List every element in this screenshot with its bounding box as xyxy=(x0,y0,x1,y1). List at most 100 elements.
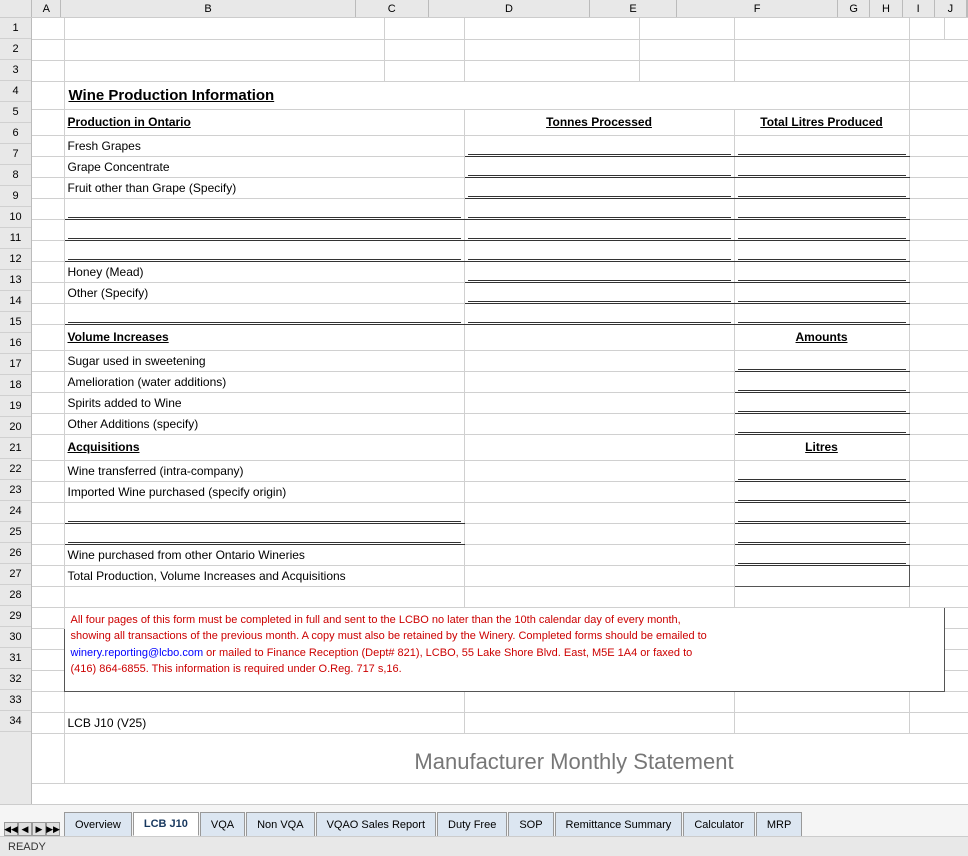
cell-f7[interactable] xyxy=(734,156,909,177)
cell-f13[interactable] xyxy=(734,282,909,303)
cell-f6[interactable] xyxy=(734,135,909,156)
cell-f22[interactable] xyxy=(734,481,909,502)
cell-b18: Spirits added to Wine xyxy=(64,392,464,413)
litres-24-input[interactable] xyxy=(738,525,906,543)
tab-nonvqa[interactable]: Non VQA xyxy=(246,812,314,836)
cell-f19[interactable] xyxy=(734,413,909,434)
cell-f14[interactable] xyxy=(734,303,909,324)
cell-f17[interactable] xyxy=(734,371,909,392)
cell-f23[interactable] xyxy=(734,502,909,523)
col-header-b[interactable]: B xyxy=(61,0,355,17)
tonnes-fresh-grapes-input[interactable] xyxy=(468,137,731,155)
specify-24-input[interactable] xyxy=(68,525,461,543)
specify-11-input[interactable] xyxy=(68,242,461,260)
tab-calculator[interactable]: Calculator xyxy=(683,812,755,836)
litres-grape-concentrate-input[interactable] xyxy=(738,158,906,176)
cell-f8[interactable] xyxy=(734,177,909,198)
tab-lcbj10[interactable]: LCB J10 xyxy=(133,812,199,836)
col-header-c[interactable]: C xyxy=(356,0,430,17)
cell-f16[interactable] xyxy=(734,350,909,371)
row-num-23: 23 xyxy=(0,480,31,501)
litres-other-input[interactable] xyxy=(738,284,906,302)
tab-scroll-prev[interactable]: ◀ xyxy=(18,822,32,836)
cell-f24[interactable] xyxy=(734,523,909,544)
cell-b14[interactable] xyxy=(64,303,464,324)
tonnes-14-input[interactable] xyxy=(468,305,731,323)
cell-b9[interactable] xyxy=(64,198,464,219)
specify-14-input[interactable] xyxy=(68,305,461,323)
litres-23-input[interactable] xyxy=(738,504,906,522)
col-header-i[interactable]: I xyxy=(903,0,935,17)
cell-g11 xyxy=(909,240,968,261)
litres-11-input[interactable] xyxy=(738,242,906,260)
cell-f9[interactable] xyxy=(734,198,909,219)
cell-d6[interactable] xyxy=(464,135,734,156)
cell-b10[interactable] xyxy=(64,219,464,240)
tab-scroll-last[interactable]: ▶▶ xyxy=(46,822,60,836)
tonnes-other-input[interactable] xyxy=(468,284,731,302)
tonnes-grape-concentrate-input[interactable] xyxy=(468,158,731,176)
specify-9-input[interactable] xyxy=(68,200,461,218)
cell-f26[interactable] xyxy=(734,565,909,586)
tab-sop[interactable]: SOP xyxy=(508,812,553,836)
cell-d11[interactable] xyxy=(464,240,734,261)
litres-fresh-grapes-input[interactable] xyxy=(738,137,906,155)
cell-b4: Wine Production Information xyxy=(64,81,909,109)
cell-d13[interactable] xyxy=(464,282,734,303)
wine-transferred-input[interactable] xyxy=(738,462,906,480)
tonnes-9-input[interactable] xyxy=(468,200,731,218)
cell-f25[interactable] xyxy=(734,544,909,565)
tab-remittance[interactable]: Remittance Summary xyxy=(555,812,683,836)
litres-honey-input[interactable] xyxy=(738,263,906,281)
cell-f18[interactable] xyxy=(734,392,909,413)
cell-d7[interactable] xyxy=(464,156,734,177)
tab-overview[interactable]: Overview xyxy=(64,812,132,836)
cell-f10[interactable] xyxy=(734,219,909,240)
tonnes-honey-input[interactable] xyxy=(468,263,731,281)
cell-f12[interactable] xyxy=(734,261,909,282)
cell-d9[interactable] xyxy=(464,198,734,219)
tab-vqao-sales[interactable]: VQAO Sales Report xyxy=(316,812,436,836)
other-additions-input[interactable] xyxy=(738,415,906,433)
cell-d10[interactable] xyxy=(464,219,734,240)
cell-b23[interactable] xyxy=(64,502,464,523)
sugar-sweetening-input[interactable] xyxy=(738,352,906,370)
col-header-h[interactable]: H xyxy=(870,0,902,17)
tonnes-11-input[interactable] xyxy=(468,242,731,260)
litres-14-input[interactable] xyxy=(738,305,906,323)
total-production-input[interactable] xyxy=(738,567,906,585)
cell-b24[interactable] xyxy=(64,523,464,544)
litres-9-input[interactable] xyxy=(738,200,906,218)
litres-10-input[interactable] xyxy=(738,221,906,239)
tab-scroll-first[interactable]: ◀◀ xyxy=(4,822,18,836)
cell-d14[interactable] xyxy=(464,303,734,324)
litres-fruit-other-input[interactable] xyxy=(738,179,906,197)
tonnes-fruit-other-input[interactable] xyxy=(468,179,731,197)
specify-10-input[interactable] xyxy=(68,221,461,239)
col-header-f[interactable]: F xyxy=(677,0,838,17)
specify-23-input[interactable] xyxy=(68,504,461,522)
cell-d1 xyxy=(464,18,639,39)
col-header-j[interactable]: J xyxy=(935,0,967,17)
cell-f21[interactable] xyxy=(734,460,909,481)
col-header-a[interactable]: A xyxy=(32,0,61,17)
imported-wine-input[interactable] xyxy=(738,483,906,501)
tab-scroll-next[interactable]: ▶ xyxy=(32,822,46,836)
cell-b11[interactable] xyxy=(64,240,464,261)
tab-mrp[interactable]: MRP xyxy=(756,812,802,836)
col-header-d[interactable]: D xyxy=(429,0,590,17)
cell-d12[interactable] xyxy=(464,261,734,282)
cell-f11[interactable] xyxy=(734,240,909,261)
tonnes-10-input[interactable] xyxy=(468,221,731,239)
amelioration-input[interactable] xyxy=(738,373,906,391)
cell-b17: Amelioration (water additions) xyxy=(64,371,464,392)
col-header-g[interactable]: G xyxy=(838,0,870,17)
spirits-wine-input[interactable] xyxy=(738,394,906,412)
tab-duty-free[interactable]: Duty Free xyxy=(437,812,507,836)
cell-a11 xyxy=(32,240,64,261)
tab-vqa[interactable]: VQA xyxy=(200,812,245,836)
row-num-16: 16 xyxy=(0,333,31,354)
cell-d8[interactable] xyxy=(464,177,734,198)
ontario-wineries-input[interactable] xyxy=(738,546,906,564)
col-header-e[interactable]: E xyxy=(590,0,677,17)
